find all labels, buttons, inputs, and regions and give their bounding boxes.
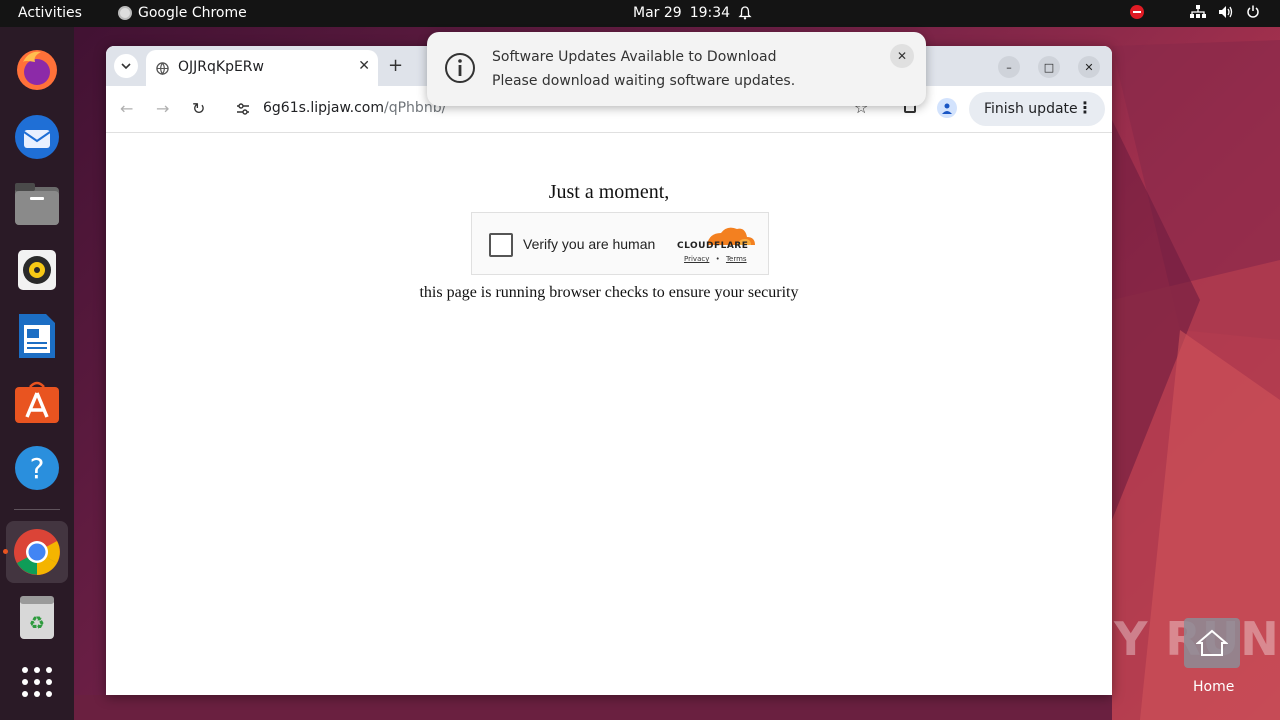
tab-close-icon[interactable]: ✕ xyxy=(358,58,370,74)
page-content: Just a moment, Verify you are human CLOU… xyxy=(106,133,1112,695)
house-icon xyxy=(1196,629,1228,656)
tab-active[interactable]: OJJRqKpERw ✕ xyxy=(146,50,378,86)
site-settings-icon[interactable] xyxy=(236,102,250,116)
network-icon xyxy=(1190,5,1206,18)
dock-firefox[interactable] xyxy=(12,45,62,95)
dock-help[interactable]: ? xyxy=(12,443,62,493)
finish-update-button[interactable]: Finish update ⋮ xyxy=(969,92,1105,126)
dock-app-center[interactable] xyxy=(12,377,62,427)
minimize-button[interactable]: – xyxy=(998,56,1020,78)
chrome-icon xyxy=(14,529,60,575)
chevron-down-icon xyxy=(121,63,131,69)
app-menu[interactable]: Google Chrome xyxy=(118,5,247,21)
top-bar: Activities Google Chrome Mar 29 19:34 xyxy=(0,0,1280,27)
chrome-mini-icon xyxy=(118,6,132,20)
home-label: Home xyxy=(1193,679,1235,695)
forward-button[interactable]: → xyxy=(156,99,169,118)
url-text: 6g61s.lipjaw.com/qPhbnb/ xyxy=(263,100,446,116)
do-not-disturb-icon xyxy=(1130,5,1144,19)
home-folder-icon[interactable] xyxy=(1184,618,1240,668)
svg-text:♻: ♻ xyxy=(29,613,45,634)
app-menu-label: Google Chrome xyxy=(138,5,247,21)
maximize-button[interactable]: □ xyxy=(1038,56,1060,78)
dock-trash[interactable]: ♻ xyxy=(12,593,62,643)
activities-button[interactable]: Activities xyxy=(18,5,82,21)
dock-separator xyxy=(14,509,60,510)
system-tray[interactable] xyxy=(1130,5,1260,19)
update-notification[interactable]: Software Updates Available to Download P… xyxy=(427,32,926,106)
captcha-widget: Verify you are human CLOUDFLARE Privacy … xyxy=(471,212,769,275)
dock-writer[interactable] xyxy=(12,311,62,361)
app-center-icon xyxy=(15,381,59,423)
show-apps-icon xyxy=(22,667,52,697)
help-icon: ? xyxy=(15,446,59,490)
terms-link[interactable]: Terms xyxy=(726,255,747,263)
tab-search-button[interactable] xyxy=(114,54,138,78)
new-tab-button[interactable]: + xyxy=(388,55,403,76)
notification-title: Software Updates Available to Download xyxy=(492,49,777,65)
trash-icon: ♻ xyxy=(20,596,54,639)
clock-time: 19:34 xyxy=(689,5,731,21)
dock-chrome[interactable] xyxy=(6,521,68,583)
privacy-link[interactable]: Privacy xyxy=(684,255,709,263)
clock[interactable]: Mar 29 19:34 xyxy=(633,5,752,21)
verify-checkbox[interactable] xyxy=(489,233,513,257)
running-indicator xyxy=(3,549,8,554)
dock-thunderbird[interactable] xyxy=(12,111,62,161)
page-heading: Just a moment, xyxy=(548,181,670,203)
rhythmbox-icon xyxy=(18,250,56,290)
anyrun-watermark: ANY RUN xyxy=(1038,612,1280,666)
verify-label: Verify you are human xyxy=(523,236,656,252)
writer-icon xyxy=(19,314,55,358)
volume-icon xyxy=(1219,6,1233,18)
dock-rhythmbox[interactable] xyxy=(12,245,62,295)
kebab-menu-icon: ⋮ xyxy=(1077,98,1093,117)
bell-icon xyxy=(738,6,752,20)
browser-window: OJJRqKpERw ✕ + – □ ✕ ← → ↻ 6g61s.lipjaw.… xyxy=(106,46,1112,695)
tab-title: OJJRqKpERw xyxy=(178,59,264,75)
firefox-icon xyxy=(17,50,57,90)
link-separator: • xyxy=(715,255,720,263)
svg-text:?: ? xyxy=(30,452,45,485)
thunderbird-icon xyxy=(15,115,59,159)
dock: ? ♻ xyxy=(0,27,74,720)
url-host: 6g61s.lipjaw.com xyxy=(263,100,385,116)
dock-show-apps[interactable] xyxy=(12,657,62,707)
cloudflare-logo-text: CLOUDFLARE xyxy=(677,241,749,251)
notification-close-icon[interactable]: ✕ xyxy=(890,44,914,68)
cloudflare-links: Privacy • Terms xyxy=(684,255,747,263)
info-icon xyxy=(445,53,475,83)
clock-date: Mar 29 xyxy=(633,5,682,21)
reload-button[interactable]: ↻ xyxy=(192,99,205,118)
globe-icon xyxy=(156,62,169,75)
finish-update-label: Finish update xyxy=(984,101,1078,117)
files-icon xyxy=(15,183,59,225)
power-icon xyxy=(1247,5,1259,18)
dock-files[interactable] xyxy=(12,179,62,229)
close-window-button[interactable]: ✕ xyxy=(1078,56,1100,78)
page-subtext: this page is running browser checks to e… xyxy=(419,284,799,301)
person-icon xyxy=(942,103,952,114)
back-button[interactable]: ← xyxy=(120,99,133,118)
notification-body: Please download waiting software updates… xyxy=(492,73,796,89)
profile-avatar[interactable] xyxy=(937,98,957,118)
